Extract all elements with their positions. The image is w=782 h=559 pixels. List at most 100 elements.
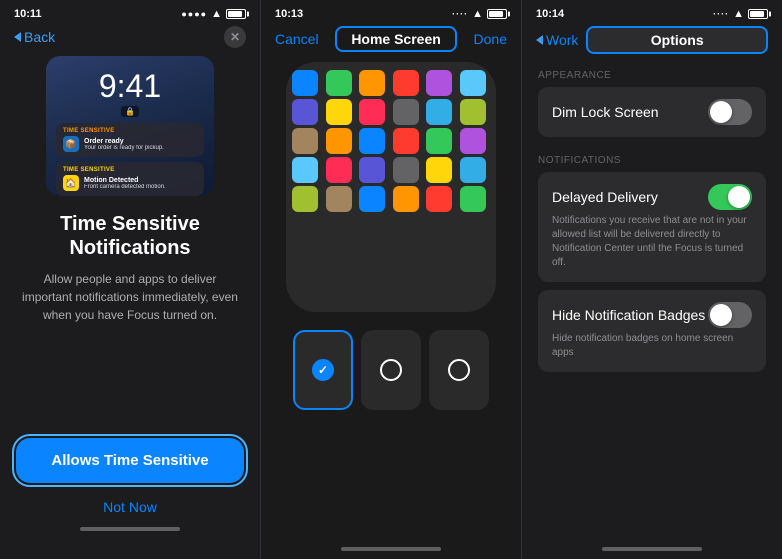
app-icon xyxy=(426,186,452,212)
app-icon xyxy=(460,157,486,183)
signal-icon: ●●●● xyxy=(181,9,207,19)
app-icon xyxy=(292,157,318,183)
notifications-label: NOTIFICATIONS xyxy=(538,155,766,166)
app-icon xyxy=(393,186,419,212)
status-icons-1: ●●●● ▲ xyxy=(181,8,246,20)
delayed-delivery-row: Delayed Delivery Notifications you recei… xyxy=(538,172,766,282)
toggle-thumb-off xyxy=(710,304,732,326)
status-icons-3: ···· ▲ xyxy=(713,8,768,20)
p3-navigation: Work Options xyxy=(522,24,782,60)
app-icon xyxy=(460,186,486,212)
not-now-button[interactable]: Not Now xyxy=(16,491,244,523)
check-3 xyxy=(448,359,470,381)
check-2 xyxy=(380,359,402,381)
panel-options: 10:14 ···· ▲ Work Options APPEARANCE Dim… xyxy=(522,0,782,559)
app-icon xyxy=(359,186,385,212)
work-back-button[interactable]: Work xyxy=(536,32,578,48)
options-title: Options xyxy=(586,26,768,54)
appearance-section: APPEARANCE Dim Lock Screen xyxy=(522,60,782,145)
home-indicator-1 xyxy=(80,527,180,531)
app-icon xyxy=(292,186,318,212)
home-indicator-3 xyxy=(602,547,702,551)
notif-icon-1: 📦 xyxy=(63,136,79,152)
app-icon xyxy=(393,99,419,125)
delayed-delivery-desc: Notifications you receive that are not i… xyxy=(552,214,752,270)
p1-body: Allow people and apps to deliver importa… xyxy=(20,270,240,324)
app-icon xyxy=(426,99,452,125)
app-icon xyxy=(460,128,486,154)
status-bar-3: 10:14 ···· ▲ xyxy=(522,0,782,24)
appearance-label: APPEARANCE xyxy=(538,70,766,81)
app-icon xyxy=(292,99,318,125)
app-icon xyxy=(292,70,318,96)
dim-lock-screen-text: Dim Lock Screen xyxy=(552,104,659,120)
wifi-icon-3: ▲ xyxy=(733,8,744,20)
app-grid xyxy=(286,62,496,220)
app-icon xyxy=(326,99,352,125)
app-icon xyxy=(393,128,419,154)
p1-heading: Time Sensitive Notifications xyxy=(20,212,240,260)
notif-icon-2: 🏠 xyxy=(63,175,79,191)
app-icon xyxy=(292,128,318,154)
hide-badges-desc: Hide notification badges on home screen … xyxy=(552,332,752,360)
app-icon xyxy=(359,70,385,96)
work-back-label: Work xyxy=(546,32,578,48)
view-options-strip: ✓ xyxy=(261,322,521,418)
app-icon xyxy=(326,157,352,183)
app-icon xyxy=(326,128,352,154)
notif-label-2: TIME SENSITIVE xyxy=(63,167,197,173)
notif-title-1: Order ready xyxy=(84,138,164,145)
p1-content: Time Sensitive Notifications Allow peopl… xyxy=(0,212,260,438)
notif-item-1: TIME SENSITIVE 📦 Order ready Your order … xyxy=(56,123,204,157)
app-icon xyxy=(359,128,385,154)
status-bar-2: 10:13 ···· ▲ xyxy=(261,0,521,24)
notif-row-1: 📦 Order ready Your order is ready for pi… xyxy=(63,136,197,152)
thumb-option-2[interactable] xyxy=(361,330,421,410)
hide-badges-toggle[interactable] xyxy=(708,302,752,328)
delayed-delivery-header: Delayed Delivery xyxy=(552,184,752,210)
panel-time-sensitive: 10:11 ●●●● ▲ Back ✕ 9:41 🔒 TIME SENSITIV… xyxy=(0,0,261,559)
notif-body-2: Front camera detected motion. xyxy=(84,184,166,190)
dim-lock-screen-toggle[interactable] xyxy=(708,99,752,125)
notif-body-1: Your order is ready for pickup. xyxy=(84,145,164,151)
app-icon xyxy=(460,70,486,96)
allows-time-sensitive-button[interactable]: Allows Time Sensitive xyxy=(16,438,244,483)
panel-home-screen: 10:13 ···· ▲ Cancel Home Screen Done xyxy=(261,0,522,559)
time-display-3: 10:14 xyxy=(536,8,564,20)
wifi-icon-2: ▲ xyxy=(472,8,483,20)
lock-time: 9:41 xyxy=(56,70,204,102)
delayed-delivery-toggle[interactable] xyxy=(708,184,752,210)
app-icon xyxy=(359,99,385,125)
battery-icon-3 xyxy=(748,9,768,19)
notif-title-2: Motion Detected xyxy=(84,177,166,184)
p1-navigation: Back ✕ xyxy=(0,24,260,56)
homescreen-preview xyxy=(286,62,496,312)
back-button[interactable]: Back xyxy=(14,29,55,45)
app-icon xyxy=(359,157,385,183)
time-display-1: 10:11 xyxy=(14,8,42,20)
wifi-icon: ▲ xyxy=(211,8,222,20)
notif-row-2: 🏠 Motion Detected Front camera detected … xyxy=(63,175,197,191)
app-icon xyxy=(326,70,352,96)
checkmark-icon: ✓ xyxy=(318,363,328,377)
battery-icon xyxy=(226,9,246,19)
home-screen-title: Home Screen xyxy=(335,26,456,52)
close-button[interactable]: ✕ xyxy=(224,26,246,48)
chevron-left-icon xyxy=(14,32,21,42)
thumb-option-1[interactable]: ✓ xyxy=(293,330,353,410)
dim-lock-screen-row: Dim Lock Screen xyxy=(538,87,766,137)
hide-badges-row: Hide Notification Badges Hide notificati… xyxy=(538,290,766,372)
status-bar-1: 10:11 ●●●● ▲ xyxy=(0,0,260,24)
p1-bottom: Allows Time Sensitive Not Now xyxy=(0,438,260,559)
thumb-option-3[interactable] xyxy=(429,330,489,410)
toggle-thumb-on xyxy=(728,186,750,208)
check-1: ✓ xyxy=(312,359,334,381)
p2-navigation: Cancel Home Screen Done xyxy=(261,24,521,62)
notifications-section: NOTIFICATIONS Delayed Delivery Notificat… xyxy=(522,145,782,380)
done-button[interactable]: Done xyxy=(474,31,507,47)
delayed-delivery-label: Delayed Delivery xyxy=(552,189,658,205)
cancel-button[interactable]: Cancel xyxy=(275,31,319,47)
chevron-left-icon-3 xyxy=(536,35,543,45)
lock-badge: 🔒 xyxy=(121,106,139,117)
notif-text-1: Order ready Your order is ready for pick… xyxy=(84,138,164,151)
